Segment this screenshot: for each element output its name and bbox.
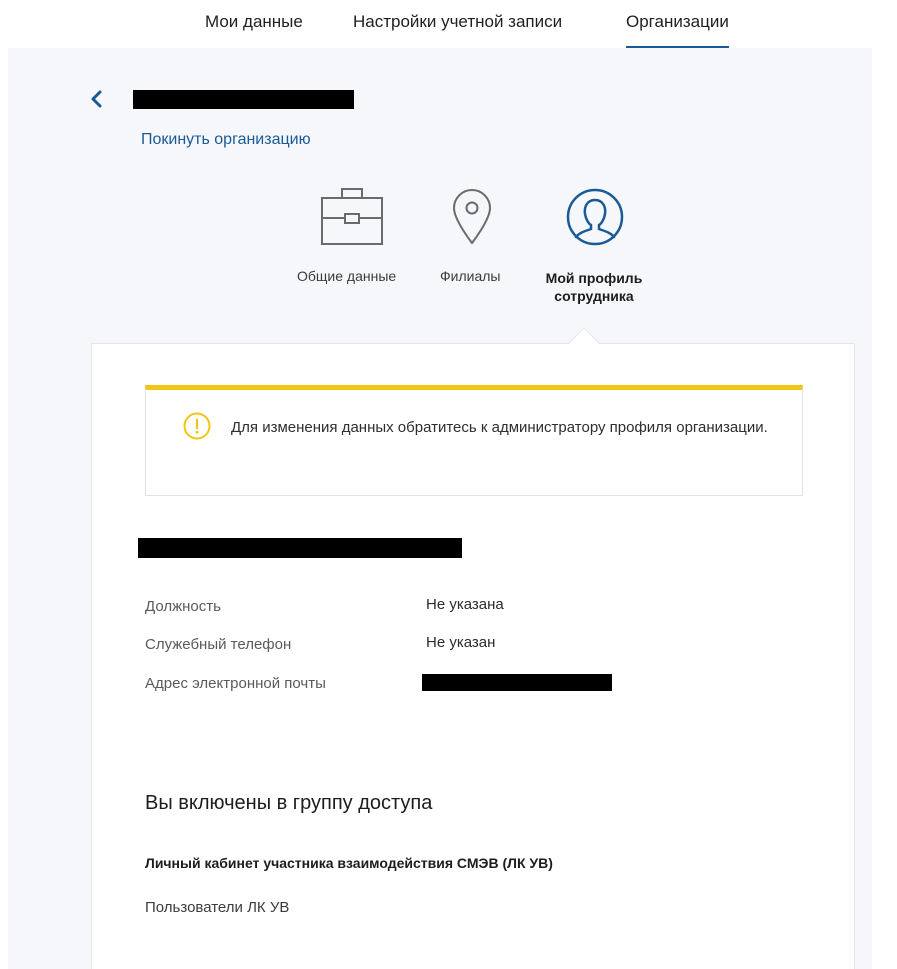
info-notice: Для изменения данных обратитесь к админи… xyxy=(145,385,803,496)
briefcase-icon[interactable] xyxy=(320,187,384,247)
access-group-role: Пользователи ЛК УВ xyxy=(145,899,290,916)
map-pin-icon[interactable] xyxy=(451,188,493,246)
work-phone-label: Служебный телефон xyxy=(145,636,292,653)
top-navigation: Мои данные Настройки учетной записи Орга… xyxy=(0,0,897,49)
email-value-redacted xyxy=(422,674,612,691)
section-my-profile-label[interactable]: Мой профиль сотрудника xyxy=(529,269,659,305)
access-group-title: Вы включены в группу доступа xyxy=(145,792,433,814)
employee-name-redacted xyxy=(138,538,462,558)
work-phone-value: Не указан xyxy=(426,634,496,651)
section-my-profile-line1: Мой профиль xyxy=(545,270,643,286)
section-general-label[interactable]: Общие данные xyxy=(297,268,396,284)
tab-account-settings[interactable]: Настройки учетной записи xyxy=(353,12,562,32)
section-my-profile-line2: сотрудника xyxy=(554,288,634,304)
warning-icon xyxy=(183,412,211,440)
chevron-left-icon[interactable] xyxy=(87,88,107,110)
tab-my-data[interactable]: Мои данные xyxy=(205,12,303,32)
access-group-name: Личный кабинет участника взаимодействия … xyxy=(145,855,553,871)
user-circle-icon[interactable] xyxy=(565,187,625,247)
organization-name-redacted xyxy=(133,90,354,109)
position-value: Не указана xyxy=(426,596,504,613)
position-label: Должность xyxy=(145,598,221,615)
leave-organization-link[interactable]: Покинуть организацию xyxy=(141,131,311,149)
notice-text: Для изменения данных обратитесь к админи… xyxy=(231,419,768,436)
tab-organizations[interactable]: Организации xyxy=(626,12,729,49)
email-label: Адрес электронной почты xyxy=(145,675,326,692)
section-branches-label[interactable]: Филиалы xyxy=(440,268,500,284)
